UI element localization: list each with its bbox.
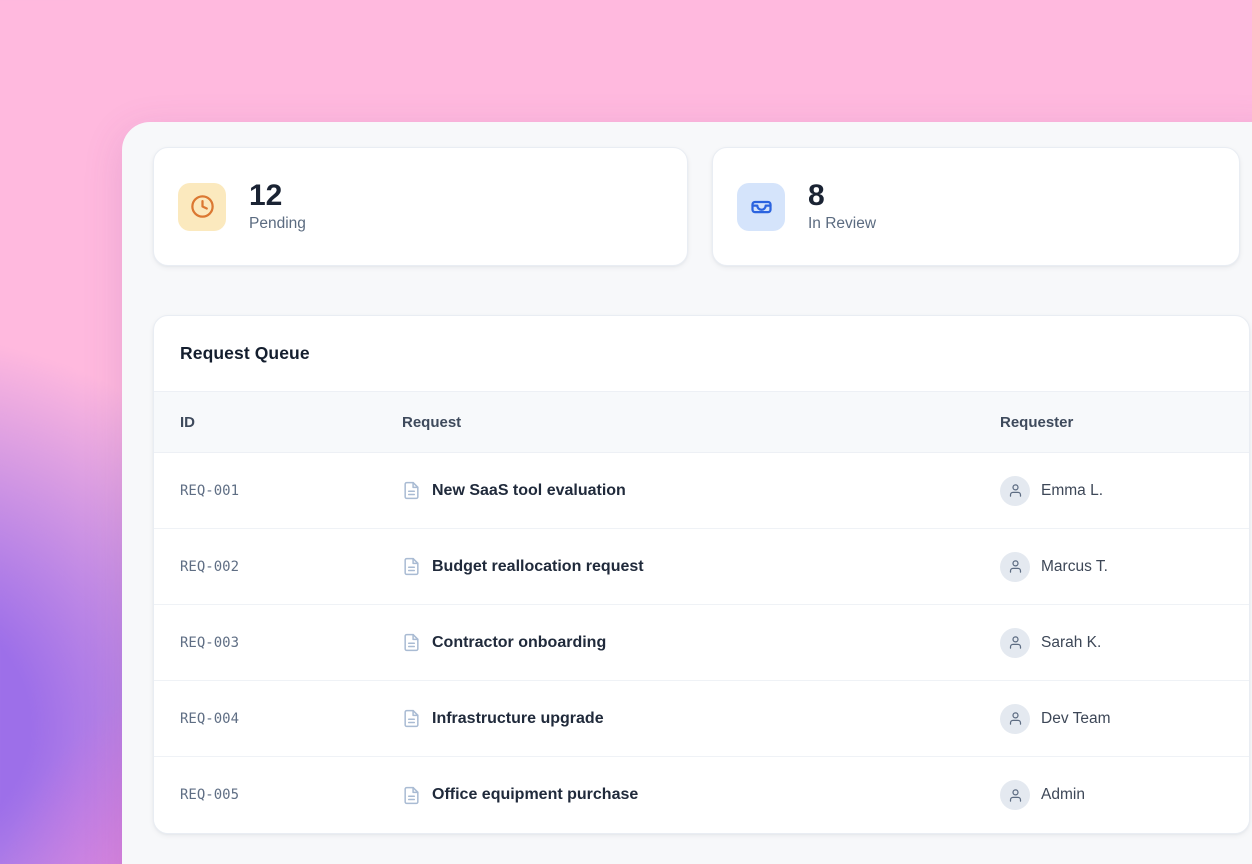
request-cell: Contractor onboarding (402, 633, 1000, 652)
file-text-icon (402, 709, 421, 728)
request-title: Office equipment purchase (432, 786, 638, 804)
table-row[interactable]: REQ-001 New SaaS tool evaluation Emma L. (154, 453, 1249, 529)
request-cell: Office equipment purchase (402, 786, 1000, 805)
user-avatar (1000, 628, 1030, 658)
stat-card-in-review: 8 In Review (712, 147, 1240, 266)
requester-cell: Marcus T. (1000, 552, 1249, 582)
column-header-request: Request (402, 414, 1000, 431)
file-text-icon (402, 786, 421, 805)
stat-card-pending: 12 Pending (153, 147, 688, 266)
file-text-icon (402, 557, 421, 576)
requester-cell: Emma L. (1000, 476, 1249, 506)
request-title: Contractor onboarding (432, 634, 606, 652)
dashboard-panel: 12 Pending 8 In Review Request Queue ID … (122, 122, 1252, 864)
table-row[interactable]: REQ-002 Budget reallocation request Marc… (154, 529, 1249, 605)
requester-name: Marcus T. (1041, 558, 1108, 576)
user-avatar (1000, 704, 1030, 734)
table-title-bar: Request Queue (154, 316, 1249, 391)
table-body: REQ-001 New SaaS tool evaluation Emma L. (154, 453, 1249, 833)
table-header-row: ID Request Requester (154, 391, 1249, 453)
requester-name: Dev Team (1041, 710, 1111, 728)
user-avatar (1000, 780, 1030, 810)
requester-name: Admin (1041, 786, 1085, 804)
request-cell: Budget reallocation request (402, 557, 1000, 576)
request-id: REQ-001 (180, 483, 402, 499)
request-id: REQ-003 (180, 635, 402, 651)
request-cell: New SaaS tool evaluation (402, 481, 1000, 500)
request-id: REQ-004 (180, 711, 402, 727)
user-avatar (1000, 552, 1030, 582)
requester-name: Emma L. (1041, 482, 1103, 500)
user-avatar (1000, 476, 1030, 506)
request-title: Budget reallocation request (432, 558, 644, 576)
column-header-requester: Requester (1000, 414, 1249, 431)
request-cell: Infrastructure upgrade (402, 709, 1000, 728)
table-title: Request Queue (180, 343, 310, 364)
pending-label: Pending (249, 215, 306, 233)
in-review-stat-text: 8 In Review (808, 180, 876, 234)
in-review-label: In Review (808, 215, 876, 233)
column-header-id: ID (180, 414, 402, 431)
clock-icon (178, 183, 226, 231)
request-id: REQ-005 (180, 787, 402, 803)
table-row[interactable]: REQ-005 Office equipment purchase Admin (154, 757, 1249, 833)
requester-cell: Sarah K. (1000, 628, 1249, 658)
file-text-icon (402, 481, 421, 500)
request-id: REQ-002 (180, 559, 402, 575)
table-row[interactable]: REQ-003 Contractor onboarding Sarah K. (154, 605, 1249, 681)
inbox-icon (737, 183, 785, 231)
pending-count: 12 (249, 180, 306, 212)
table-row[interactable]: REQ-004 Infrastructure upgrade Dev Team (154, 681, 1249, 757)
request-title: New SaaS tool evaluation (432, 482, 626, 500)
request-queue-card: Request Queue ID Request Requester REQ-0… (153, 315, 1250, 834)
in-review-count: 8 (808, 180, 876, 212)
request-title: Infrastructure upgrade (432, 710, 604, 728)
file-text-icon (402, 633, 421, 652)
requester-name: Sarah K. (1041, 634, 1101, 652)
requester-cell: Dev Team (1000, 704, 1249, 734)
requester-cell: Admin (1000, 780, 1249, 810)
stats-row: 12 Pending 8 In Review (153, 147, 1240, 266)
pending-stat-text: 12 Pending (249, 180, 306, 234)
